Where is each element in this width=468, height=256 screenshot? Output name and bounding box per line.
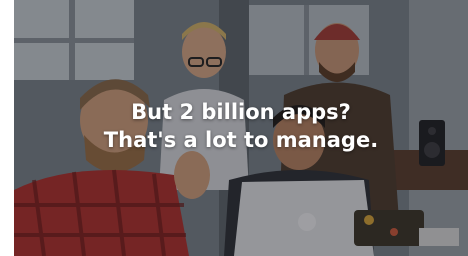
- laptop: [234, 180, 374, 256]
- caption-line-2: That's a lot to manage.: [103, 128, 379, 152]
- gadget: [354, 210, 424, 246]
- window-left: [14, 0, 134, 80]
- hand: [174, 151, 210, 199]
- video-caption: But 2 billion apps? That's a lot to mana…: [14, 98, 468, 154]
- caption-line-1: But 2 billion apps?: [131, 100, 351, 124]
- person-beanie: [315, 23, 359, 77]
- window-center: [249, 5, 369, 75]
- video-frame: But 2 billion apps? That's a lot to mana…: [14, 0, 468, 256]
- person-glasses: [182, 26, 226, 78]
- shelf: [384, 150, 468, 190]
